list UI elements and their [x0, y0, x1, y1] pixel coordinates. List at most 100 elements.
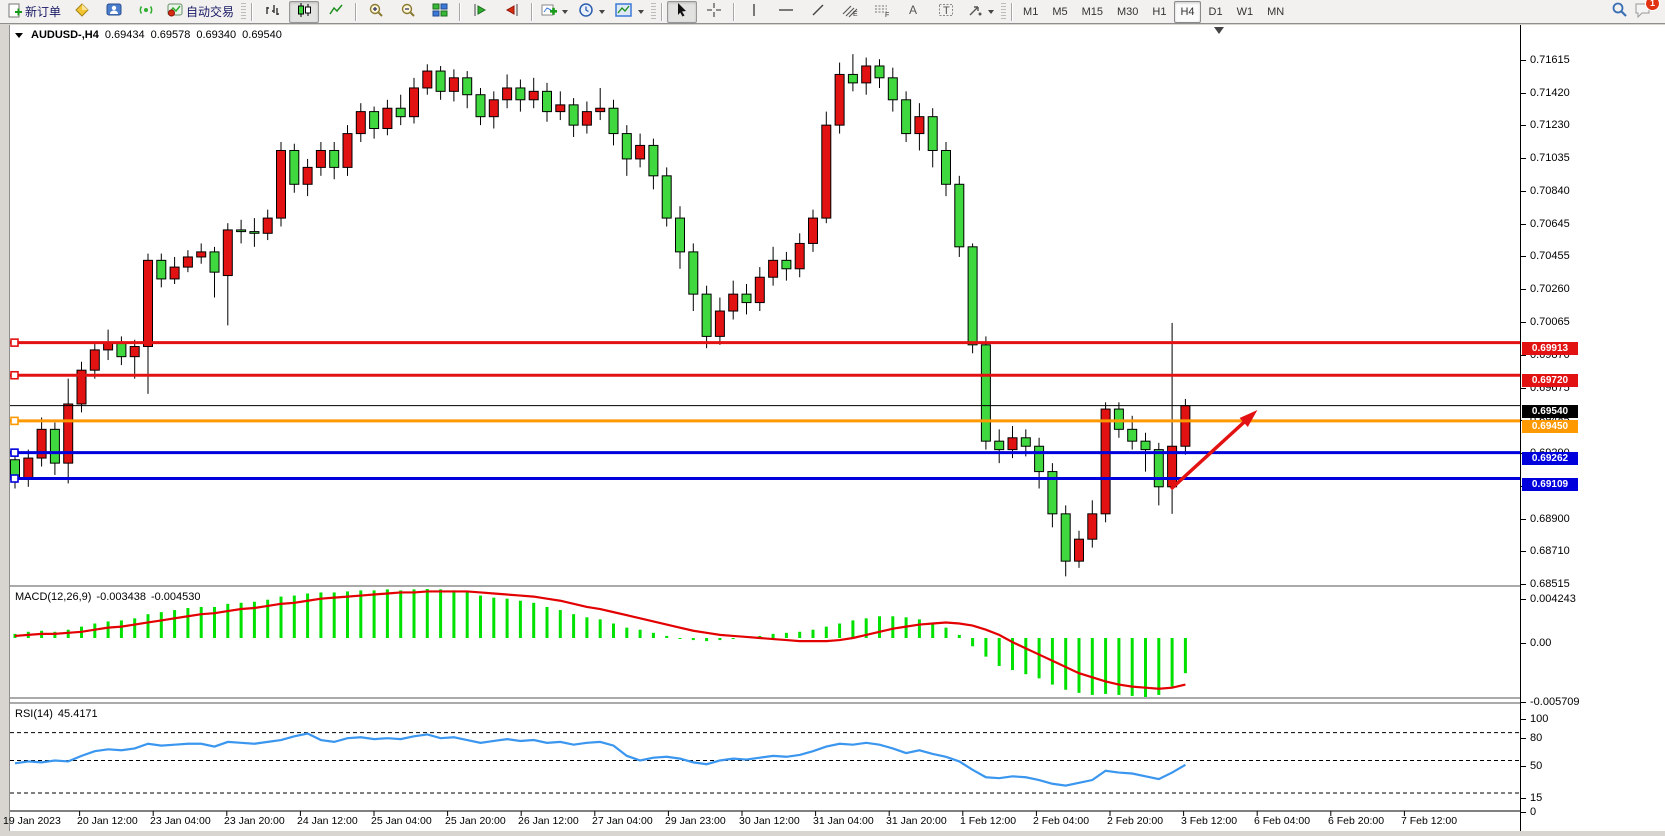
axis-tick-mark: [1521, 584, 1526, 585]
chart-canvas[interactable]: [10, 25, 1521, 831]
symbol-title: AUDUSD-,H4: [31, 29, 99, 41]
date-label: 1 Feb 12:00: [960, 815, 1016, 827]
timeframe-M30[interactable]: M30: [1111, 1, 1144, 23]
diamond-icon: [74, 2, 90, 21]
signal-icon: [138, 2, 154, 21]
axis-tick-mark: [1521, 551, 1526, 552]
horizontal-line-tool-button[interactable]: [771, 1, 801, 23]
date-label: 23 Jan 04:00: [150, 815, 211, 827]
horizontal-line-0.69913[interactable]: [10, 339, 1521, 346]
line-handle[interactable]: [11, 339, 18, 346]
horizontal-line-0.69450[interactable]: [10, 417, 1521, 424]
line-handle[interactable]: [11, 372, 18, 379]
macd-label: MACD(12,26,9)-0.003438-0.004530: [15, 591, 201, 603]
text-label-tool-button[interactable]: T: [931, 1, 961, 23]
timeframe-D1[interactable]: D1: [1203, 1, 1229, 23]
horizontal-line-0.69109[interactable]: [10, 475, 1521, 482]
terminal-button[interactable]: [99, 1, 129, 23]
toolbar-separator: [531, 3, 533, 21]
zoom-in-icon: [368, 2, 384, 21]
channel-icon: E: [841, 2, 859, 21]
horizontal-line-0.69262[interactable]: [10, 449, 1521, 456]
price-tick: 0.70065: [1530, 316, 1570, 328]
symbol-dropdown-icon[interactable]: [15, 33, 23, 38]
periods-button[interactable]: [574, 1, 609, 23]
date-label: 20 Jan 12:00: [77, 815, 138, 827]
zoom-out-button[interactable]: [393, 1, 423, 23]
axis-tick-mark: [1521, 643, 1526, 644]
toolbar-separator: [661, 3, 663, 21]
auto-scroll-button[interactable]: [497, 1, 527, 23]
fibonacci-tool-button[interactable]: F: [867, 1, 897, 23]
toolbar-separator: [733, 3, 735, 21]
tile-windows-button[interactable]: [425, 1, 455, 23]
chart-window[interactable]: AUDUSD-,H4 0.69434 0.69578 0.69340 0.695…: [9, 25, 1521, 831]
trendline-tool-button[interactable]: [803, 1, 833, 23]
date-label: 26 Jan 12:00: [518, 815, 579, 827]
axis-tick-mark: [1521, 812, 1526, 813]
timeframe-MN[interactable]: MN: [1261, 1, 1290, 23]
line-handle[interactable]: [11, 417, 18, 424]
terminal-icon: [106, 2, 122, 21]
equidistant-channel-tool-button[interactable]: E: [835, 1, 865, 23]
price-tick: 0.71420: [1530, 87, 1570, 99]
timeframe-M1[interactable]: M1: [1017, 1, 1044, 23]
date-label: 31 Jan 04:00: [813, 815, 874, 827]
axis-tick-mark: [1521, 125, 1526, 126]
zoom-in-button[interactable]: [361, 1, 391, 23]
search-icon[interactable]: [1611, 1, 1628, 23]
diamond-button[interactable]: [67, 1, 97, 23]
macd-signal-line: [15, 591, 1185, 688]
rsi-axis-tick: 0: [1530, 806, 1536, 818]
text-tool-button[interactable]: A: [899, 1, 929, 23]
crosshair-button[interactable]: [699, 1, 729, 23]
candlestick-chart-button[interactable]: [289, 1, 319, 23]
cursor-button[interactable]: [667, 1, 697, 23]
macd-histogram: [14, 589, 1187, 697]
rsi-value: 45.4171: [58, 708, 98, 720]
price-label-chip: 0.69109: [1522, 478, 1578, 491]
price-tick: 0.70840: [1530, 185, 1570, 197]
timeframe-W1[interactable]: W1: [1231, 1, 1260, 23]
timeframe-buttons: M1M5M15M30H1H4D1W1MN: [1016, 1, 1291, 23]
signal-button[interactable]: [131, 1, 161, 23]
line-chart-button[interactable]: [321, 1, 351, 23]
new-order-icon: [7, 3, 22, 21]
auto-trading-button[interactable]: 自动交易: [163, 1, 238, 23]
chart-shift-marker[interactable]: [1214, 27, 1224, 34]
date-label: 31 Jan 20:00: [886, 815, 947, 827]
notifications-button[interactable]: 1: [1634, 1, 1653, 23]
date-label: 7 Feb 12:00: [1401, 815, 1457, 827]
timeframe-M15[interactable]: M15: [1076, 1, 1109, 23]
ohlc-high: 0.69578: [151, 29, 191, 41]
date-label: 6 Feb 20:00: [1328, 815, 1384, 827]
line-handle[interactable]: [11, 449, 18, 456]
date-label: 19 Jan 2023: [3, 815, 61, 827]
price-tick: 0.70645: [1530, 218, 1570, 230]
timeframe-H1[interactable]: H1: [1146, 1, 1172, 23]
line-chart-icon: [328, 2, 344, 21]
toolbar-separator: [1011, 3, 1013, 21]
line-handle[interactable]: [11, 475, 18, 482]
timeframe-H4[interactable]: H4: [1174, 1, 1200, 23]
fibonacci-icon: F: [873, 2, 891, 21]
axis-tick-mark: [1521, 93, 1526, 94]
arrows-tool-button[interactable]: [963, 1, 998, 23]
chart-shift-button[interactable]: [465, 1, 495, 23]
rsi-line: [15, 734, 1185, 786]
candles: [11, 54, 1190, 576]
timeframe-M5[interactable]: M5: [1046, 1, 1073, 23]
axis-tick-mark: [1521, 519, 1526, 520]
cursor-icon: [674, 2, 690, 21]
new-order-button[interactable]: 新订单: [3, 1, 65, 23]
horizontal-line-icon: [777, 2, 795, 21]
clock-icon: [578, 2, 594, 21]
indicators-button[interactable]: [537, 1, 572, 23]
vertical-line-tool-button[interactable]: [739, 1, 769, 23]
axis-tick-mark: [1521, 322, 1526, 323]
templates-button[interactable]: [611, 1, 648, 23]
horizontal-line-0.69720[interactable]: [10, 372, 1521, 379]
bar-chart-button[interactable]: [257, 1, 287, 23]
zoom-out-icon: [400, 2, 416, 21]
bottom-strip: [0, 831, 1665, 836]
